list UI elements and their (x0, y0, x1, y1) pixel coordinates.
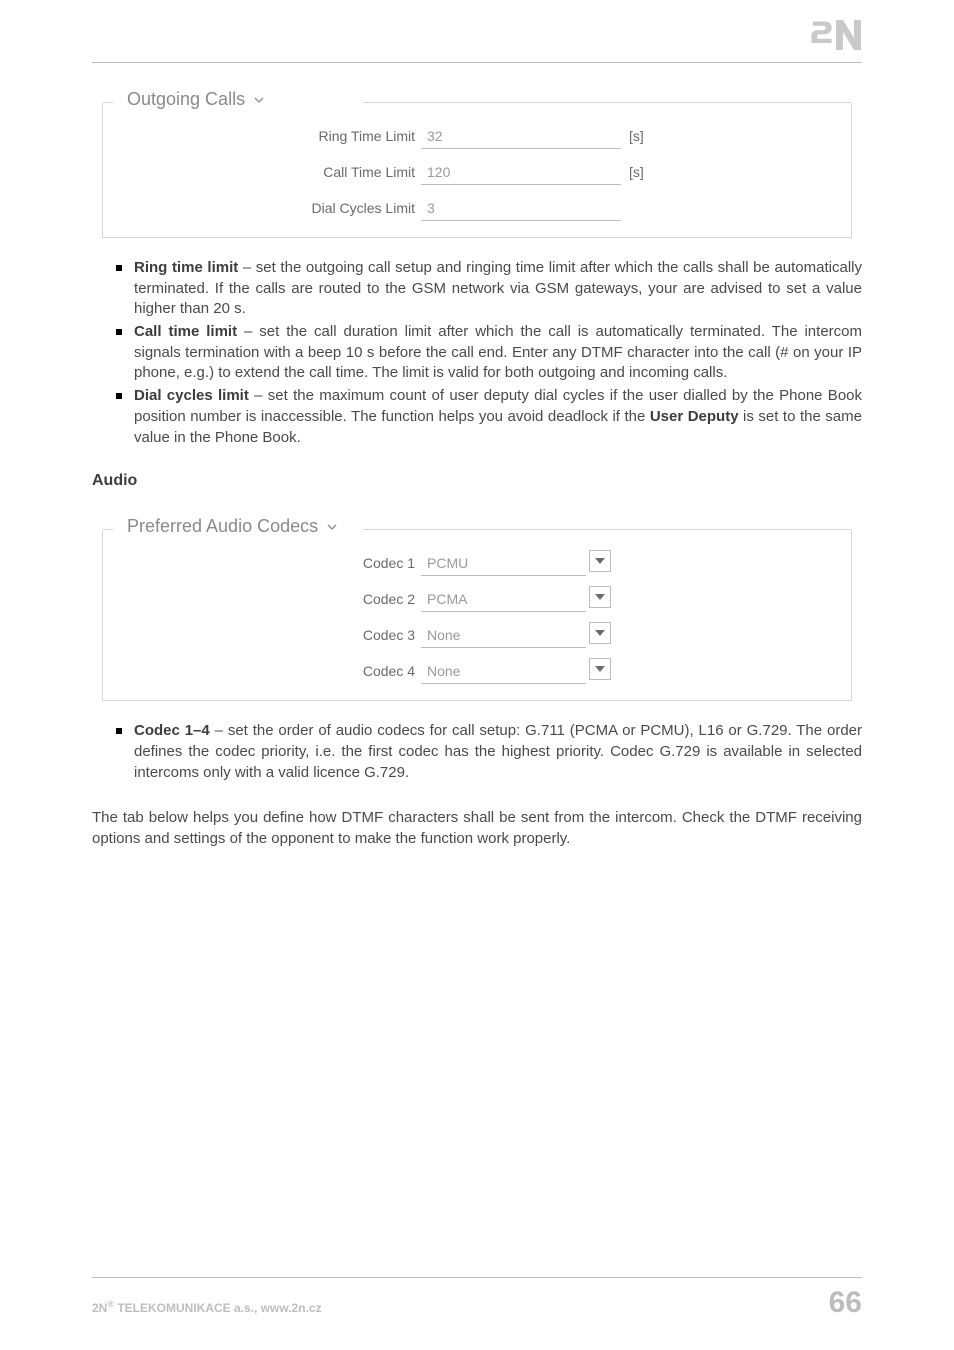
audio-codecs-legend[interactable]: Preferred Audio Codecs (121, 516, 343, 537)
field-label: Codec 3 (121, 627, 421, 643)
field-label: Call Time Limit (121, 164, 421, 180)
bullet-text: – set the outgoing call setup and ringin… (134, 259, 862, 317)
audio-heading: Audio (92, 472, 862, 490)
codec1-row: Codec 1 PCMU (121, 550, 833, 576)
codec3-select[interactable]: None (421, 622, 586, 648)
bullet-term: Codec 1–4 (134, 722, 210, 739)
chevron-down-icon (327, 520, 337, 534)
codec2-row: Codec 2 PCMA (121, 586, 833, 612)
bullet-text: – set the call duration limit after whic… (134, 323, 862, 381)
codec4-select[interactable]: None (421, 658, 586, 684)
codec-bullets: Codec 1–4 – set the order of audio codec… (92, 721, 862, 783)
call-time-limit-input[interactable] (421, 159, 621, 185)
codec3-row: Codec 3 None (121, 622, 833, 648)
chevron-down-icon (254, 93, 264, 107)
select-value: None (427, 663, 460, 679)
page-number: 66 (829, 1286, 862, 1320)
dial-cycles-limit-row: Dial Cycles Limit (121, 195, 833, 221)
bullet-item: Codec 1–4 – set the order of audio codec… (120, 721, 862, 783)
bullet-term: Dial cycles limit (134, 387, 249, 404)
page-footer: 2N® TELEKOMUNIKACE a.s., www.2n.cz 66 (92, 1269, 862, 1320)
dropdown-button[interactable] (589, 586, 611, 608)
bullet-term: Ring time limit (134, 259, 238, 276)
bullet-item: Dial cycles limit – set the maximum coun… (120, 386, 862, 448)
select-value: None (427, 627, 460, 643)
codec2-select[interactable]: PCMA (421, 586, 586, 612)
ring-time-limit-row: Ring Time Limit [s] (121, 123, 833, 149)
unit-label: [s] (629, 128, 644, 144)
outgoing-bullets: Ring time limit – set the outgoing call … (92, 258, 862, 448)
select-value: PCMU (427, 555, 468, 571)
dtmf-paragraph: The tab below helps you define how DTMF … (92, 807, 862, 849)
caret-down-icon (595, 666, 605, 672)
caret-down-icon (595, 558, 605, 564)
field-label: Codec 4 (121, 663, 421, 679)
footer-rest: TELEKOMUNIKACE a.s., www.2n.cz (114, 1301, 322, 1315)
footer-company: 2N® TELEKOMUNIKACE a.s., www.2n.cz (92, 1299, 322, 1315)
footer-prefix: 2N (92, 1301, 107, 1315)
codec1-select[interactable]: PCMU (421, 550, 586, 576)
field-label: Codec 1 (121, 555, 421, 571)
caret-down-icon (595, 594, 605, 600)
dropdown-button[interactable] (589, 658, 611, 680)
field-label: Dial Cycles Limit (121, 200, 421, 216)
bullet-term: Call time limit (134, 323, 237, 340)
dropdown-button[interactable] (589, 622, 611, 644)
dropdown-button[interactable] (589, 550, 611, 572)
unit-label: [s] (629, 164, 644, 180)
caret-down-icon (595, 630, 605, 636)
footer-divider (92, 1277, 862, 1278)
header-divider (92, 62, 862, 63)
ring-time-limit-input[interactable] (421, 123, 621, 149)
dial-cycles-limit-input[interactable] (421, 195, 621, 221)
outgoing-calls-legend[interactable]: Outgoing Calls (121, 89, 270, 110)
bullet-item: Ring time limit – set the outgoing call … (120, 258, 862, 320)
outgoing-calls-group: Outgoing Calls Ring Time Limit [s] Call … (102, 103, 852, 238)
audio-codecs-group: Preferred Audio Codecs Codec 1 PCMU Code… (102, 530, 852, 701)
bullet-term2: User Deputy (650, 408, 739, 425)
field-label: Codec 2 (121, 591, 421, 607)
brand-logo (810, 20, 862, 55)
bullet-text: – set the order of audio codecs for call… (134, 722, 862, 780)
legend-text: Outgoing Calls (127, 89, 245, 109)
legend-text: Preferred Audio Codecs (127, 516, 318, 536)
select-value: PCMA (427, 591, 467, 607)
field-label: Ring Time Limit (121, 128, 421, 144)
bullet-item: Call time limit – set the call duration … (120, 322, 862, 384)
codec4-row: Codec 4 None (121, 658, 833, 684)
footer-registered: ® (107, 1299, 114, 1309)
call-time-limit-row: Call Time Limit [s] (121, 159, 833, 185)
